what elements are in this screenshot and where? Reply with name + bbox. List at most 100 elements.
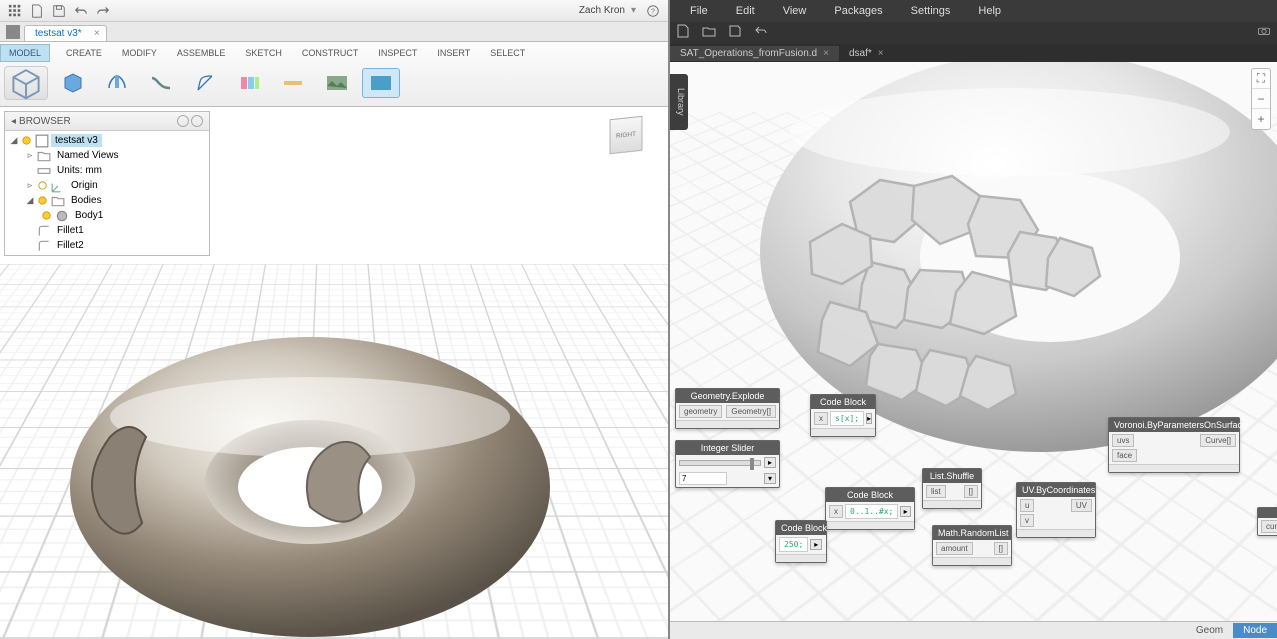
port-in-uvs[interactable]: uvs bbox=[1112, 434, 1134, 447]
port-in[interactable]: x bbox=[814, 412, 828, 425]
slider-track[interactable] bbox=[679, 460, 761, 466]
tree-body1[interactable]: Body1 bbox=[5, 208, 209, 223]
node-code-block-1[interactable]: Code Block xs[x];▸ bbox=[810, 394, 876, 437]
workspace-selector[interactable]: MODEL bbox=[0, 44, 50, 62]
document-tab[interactable]: testsat v3* × bbox=[24, 25, 107, 41]
new-file-icon[interactable] bbox=[28, 2, 46, 20]
expand-icon[interactable]: ◢ bbox=[9, 135, 19, 146]
menu-inspect[interactable]: INSPECT bbox=[368, 46, 427, 60]
menu-help[interactable]: Help bbox=[964, 2, 1015, 20]
node-math-randomlist[interactable]: Math.RandomList amount[] bbox=[932, 525, 1012, 566]
port-out[interactable]: UV bbox=[1071, 499, 1092, 512]
menu-select[interactable]: SELECT bbox=[480, 46, 535, 60]
undo-icon[interactable] bbox=[754, 24, 768, 43]
user-dropdown-icon[interactable]: ▾ bbox=[631, 5, 636, 16]
node-code-block-2[interactable]: Code Block x0..1..#x;▸ bbox=[825, 487, 915, 530]
dynamo-workspace[interactable]: Library ⛶ − + Ge bbox=[670, 62, 1277, 621]
port-in[interactable]: amount bbox=[936, 542, 973, 555]
camera-icon[interactable] bbox=[1257, 24, 1271, 43]
footer-geom[interactable]: Geom bbox=[1186, 623, 1233, 638]
menu-modify[interactable]: MODIFY bbox=[112, 46, 167, 60]
slider-value-input[interactable] bbox=[679, 472, 727, 485]
node-partial-curve[interactable]: curv bbox=[1257, 507, 1277, 536]
close-icon[interactable]: × bbox=[823, 48, 829, 59]
port-out[interactable]: Geometry[] bbox=[726, 405, 776, 418]
menu-view[interactable]: View bbox=[769, 2, 821, 20]
port-in[interactable]: curv bbox=[1261, 520, 1277, 533]
expand-icon[interactable]: ▹ bbox=[25, 180, 35, 191]
browser-pin-icon[interactable] bbox=[177, 115, 189, 127]
tool-revolve[interactable] bbox=[98, 68, 136, 98]
tree-fillet2[interactable]: Fillet2 bbox=[5, 238, 209, 253]
code-text[interactable]: 0..1..#x; bbox=[845, 504, 898, 519]
menu-insert[interactable]: INSERT bbox=[427, 46, 480, 60]
dynamo-tab-1[interactable]: SAT_Operations_fromFusion.d× bbox=[670, 46, 839, 61]
port-out[interactable]: [] bbox=[994, 542, 1008, 555]
visibility-icon[interactable] bbox=[37, 195, 49, 207]
stepper-icon[interactable]: ▾ bbox=[764, 473, 776, 484]
home-icon[interactable] bbox=[6, 25, 20, 39]
tree-named-views[interactable]: ▹ Named Views bbox=[5, 148, 209, 163]
footer-node[interactable]: Node bbox=[1233, 623, 1277, 638]
tool-thread[interactable] bbox=[274, 68, 312, 98]
node-integer-slider[interactable]: Integer Slider ▸ ▾ bbox=[675, 440, 780, 488]
port-in-face[interactable]: face bbox=[1112, 449, 1137, 462]
undo-icon[interactable] bbox=[72, 2, 90, 20]
zoom-in-icon[interactable]: + bbox=[1252, 109, 1270, 129]
tool-appearance[interactable] bbox=[362, 68, 400, 98]
node-uv-bycoordinates[interactable]: UV.ByCoordinates uUV v bbox=[1016, 482, 1096, 538]
menu-sketch[interactable]: SKETCH bbox=[235, 46, 292, 60]
visibility-icon[interactable] bbox=[37, 180, 49, 192]
tool-loft[interactable] bbox=[186, 68, 224, 98]
redo-icon[interactable] bbox=[94, 2, 112, 20]
port-in[interactable]: list bbox=[926, 485, 946, 498]
node-code-block-3[interactable]: Code Block 250;▸ bbox=[775, 520, 827, 563]
node-voronoi[interactable]: Voronoi.ByParametersOnSurface uvsCurve[]… bbox=[1108, 417, 1240, 473]
tool-box-primitive[interactable] bbox=[4, 66, 48, 100]
tree-origin[interactable]: ▹ Origin bbox=[5, 178, 209, 193]
tool-image[interactable] bbox=[318, 68, 356, 98]
port-in[interactable]: x bbox=[829, 505, 843, 518]
port-out[interactable]: ▸ bbox=[866, 413, 872, 424]
close-tab-icon[interactable]: × bbox=[94, 28, 100, 39]
collapse-icon[interactable]: ◂ bbox=[11, 116, 16, 127]
visibility-icon[interactable] bbox=[21, 135, 33, 147]
save-icon[interactable] bbox=[728, 24, 742, 43]
fusion-viewport[interactable]: RIGHT ◂ BROWSER ◢ testsat v3 ▹ Nam bbox=[0, 107, 668, 639]
tree-bodies[interactable]: ◢ Bodies bbox=[5, 193, 209, 208]
visibility-icon[interactable] bbox=[41, 210, 53, 222]
tool-hole[interactable] bbox=[230, 68, 268, 98]
node-geometry-explode[interactable]: Geometry.Explode geometryGeometry[] bbox=[675, 388, 780, 429]
menu-assemble[interactable]: ASSEMBLE bbox=[167, 46, 236, 60]
close-icon[interactable]: × bbox=[878, 48, 884, 59]
tool-extrude[interactable] bbox=[54, 68, 92, 98]
menu-settings[interactable]: Settings bbox=[897, 2, 965, 20]
port-out[interactable]: ▸ bbox=[810, 539, 822, 550]
menu-edit[interactable]: Edit bbox=[722, 2, 769, 20]
tree-fillet1[interactable]: Fillet1 bbox=[5, 223, 209, 238]
tree-units[interactable]: Units: mm bbox=[5, 163, 209, 178]
help-icon[interactable]: ? bbox=[644, 2, 662, 20]
port-in[interactable]: geometry bbox=[679, 405, 722, 418]
fit-view-icon[interactable]: ⛶ bbox=[1252, 69, 1270, 89]
menu-packages[interactable]: Packages bbox=[820, 2, 896, 20]
port-out[interactable]: Curve[] bbox=[1200, 434, 1236, 447]
apps-grid-icon[interactable] bbox=[6, 2, 24, 20]
menu-create[interactable]: CREATE bbox=[56, 46, 112, 60]
expand-icon[interactable]: ▹ bbox=[25, 150, 35, 161]
port-in-u[interactable]: u bbox=[1020, 499, 1034, 512]
tree-root[interactable]: ◢ testsat v3 bbox=[5, 133, 209, 148]
user-name[interactable]: Zach Kron bbox=[579, 5, 625, 16]
viewcube[interactable]: RIGHT bbox=[608, 117, 654, 163]
menu-file[interactable]: File bbox=[676, 2, 722, 20]
tool-sweep[interactable] bbox=[142, 68, 180, 98]
torus-model[interactable] bbox=[50, 287, 570, 639]
browser-settings-icon[interactable] bbox=[191, 115, 203, 127]
menu-construct[interactable]: CONSTRUCT bbox=[292, 46, 369, 60]
code-text[interactable]: 250; bbox=[779, 537, 808, 552]
new-icon[interactable] bbox=[676, 24, 690, 43]
open-icon[interactable] bbox=[702, 24, 716, 43]
library-tab[interactable]: Library bbox=[670, 74, 688, 130]
zoom-out-icon[interactable]: − bbox=[1252, 89, 1270, 109]
browser-header[interactable]: ◂ BROWSER bbox=[5, 112, 209, 131]
